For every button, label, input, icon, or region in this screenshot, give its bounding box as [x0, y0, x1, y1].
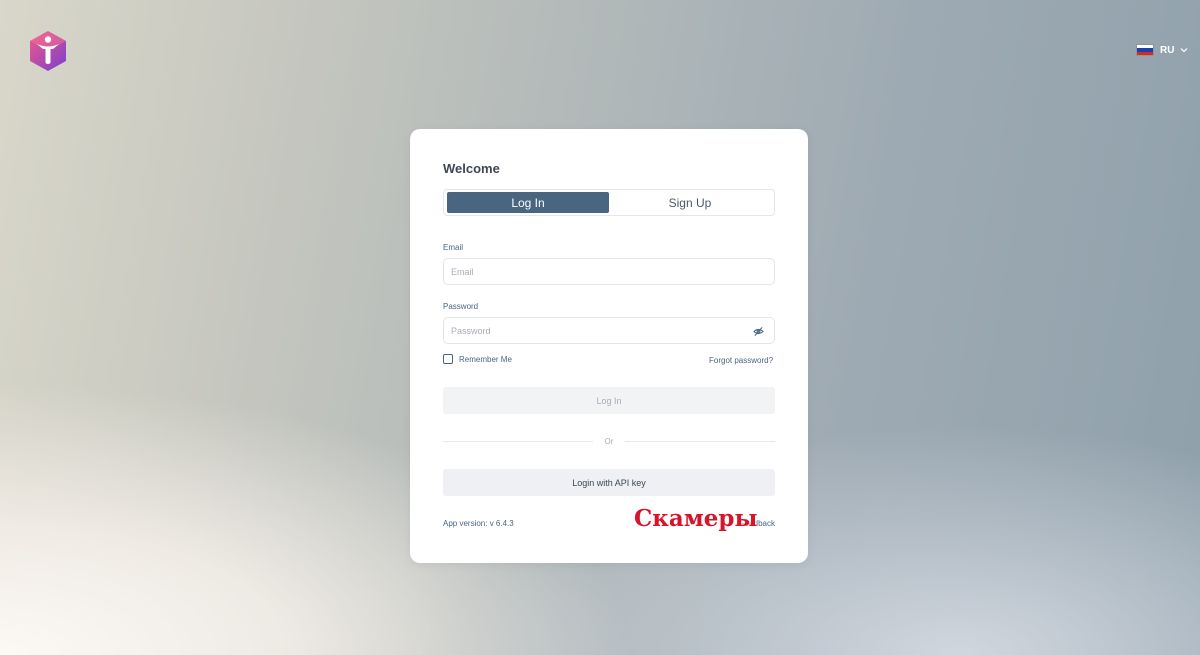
email-field-wrapper	[443, 258, 775, 285]
remember-me-label: Remember Me	[459, 354, 512, 364]
eye-off-icon[interactable]	[753, 326, 764, 337]
remember-me-checkbox[interactable]	[443, 354, 453, 364]
password-label: Password	[443, 302, 479, 311]
login-card: Welcome Log In Sign Up Email Password Re…	[410, 129, 808, 563]
tab-sign-up[interactable]: Sign Up	[609, 192, 771, 213]
overlay-caption: Скамеры	[634, 505, 758, 532]
divider-or: Or	[604, 437, 614, 446]
email-label: Email	[443, 243, 464, 252]
app-logo	[29, 30, 67, 72]
russia-flag-icon	[1136, 44, 1154, 56]
forgot-password-link[interactable]: Forgot password?	[709, 356, 773, 365]
remember-me[interactable]: Remember Me	[443, 354, 512, 364]
email-field[interactable]	[444, 259, 774, 284]
divider-left	[443, 441, 593, 442]
tab-log-in[interactable]: Log In	[447, 192, 609, 213]
app-version: App version: v 6.4.3	[443, 519, 514, 528]
language-selector[interactable]: RU	[1136, 44, 1188, 56]
chevron-down-icon	[1181, 48, 1188, 53]
hexagon-person-logo-icon	[30, 31, 66, 71]
log-in-button[interactable]: Log In	[443, 387, 775, 414]
auth-tabs: Log In Sign Up	[443, 189, 775, 216]
password-field[interactable]	[444, 318, 774, 343]
password-field-wrapper	[443, 317, 775, 344]
language-code: RU	[1160, 44, 1175, 56]
login-with-api-key-button[interactable]: Login with API key	[443, 469, 775, 496]
divider-right	[625, 441, 775, 442]
welcome-heading: Welcome	[443, 161, 500, 176]
